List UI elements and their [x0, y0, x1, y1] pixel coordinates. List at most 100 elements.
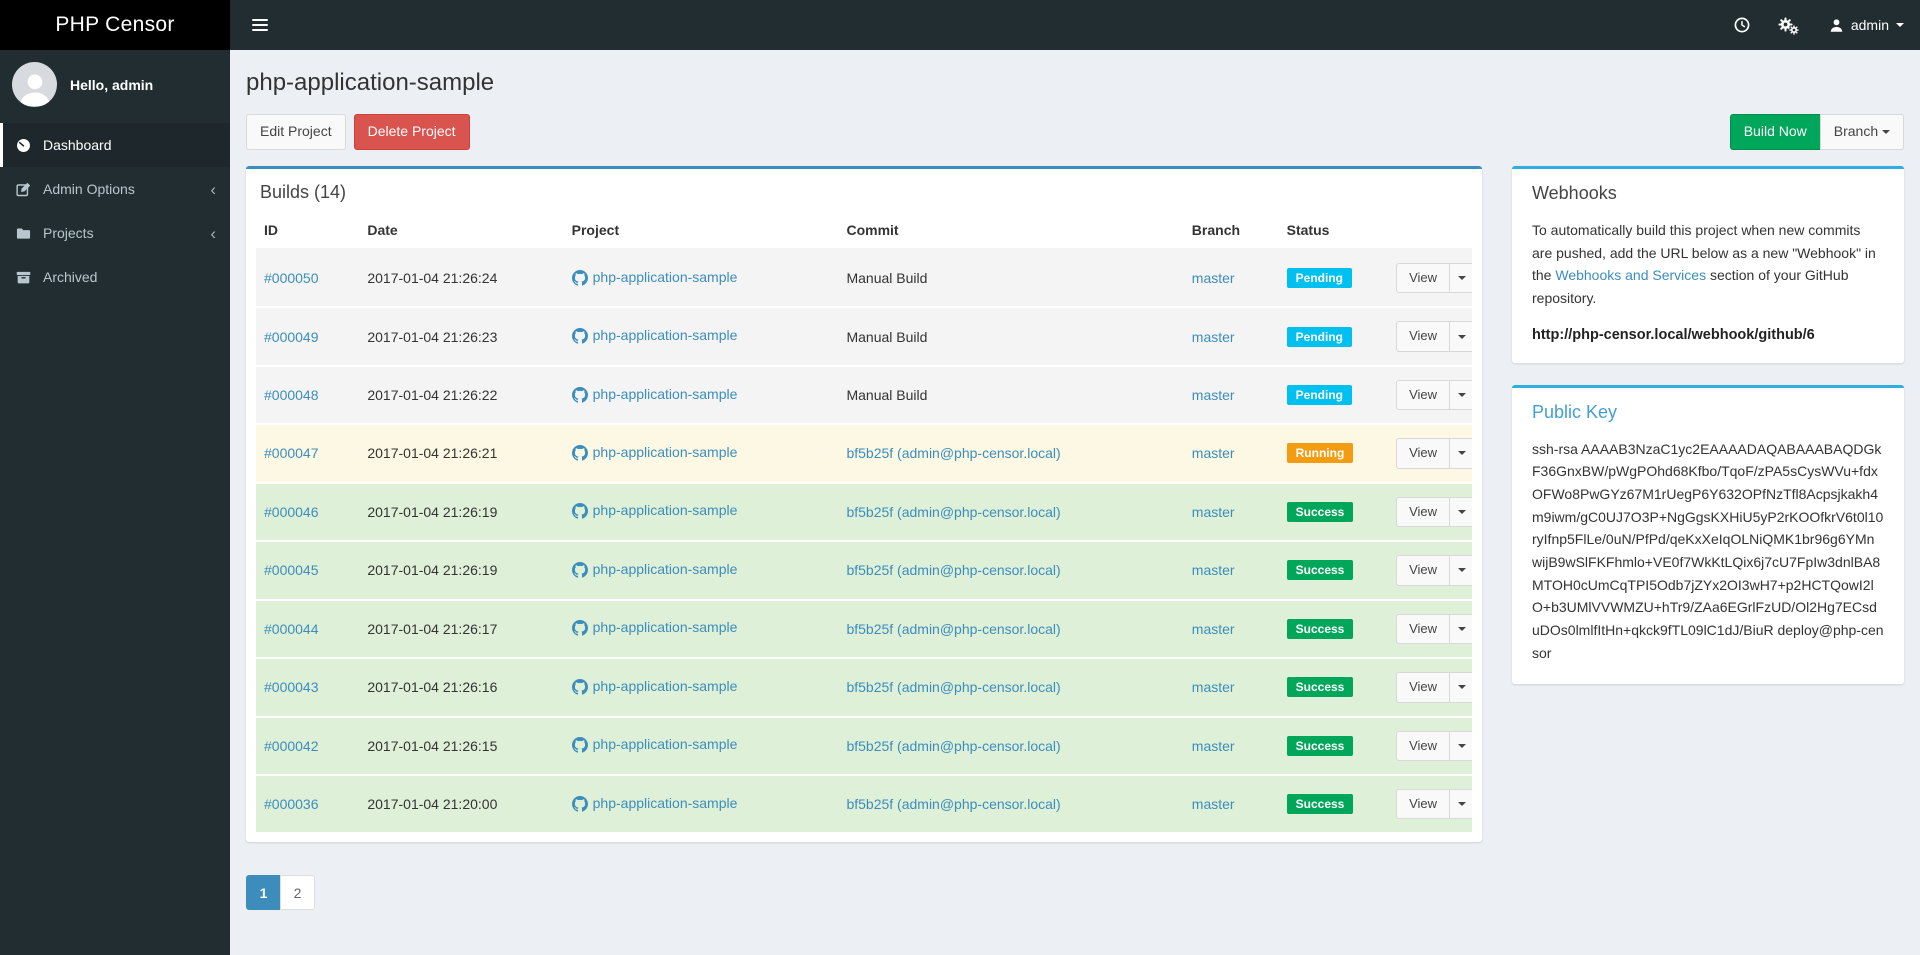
pagination-page-1[interactable]: 1: [246, 875, 281, 911]
sidebar-item-projects[interactable]: Projects ‹: [0, 211, 230, 255]
project-link[interactable]: php-application-sample: [571, 678, 737, 695]
view-button[interactable]: View: [1396, 496, 1451, 528]
build-id-link[interactable]: #000050: [264, 270, 319, 286]
table-row: #000036 2017-01-04 21:20:00 php-applicat…: [256, 773, 1472, 833]
view-button[interactable]: View: [1396, 788, 1451, 820]
view-button[interactable]: View: [1396, 379, 1451, 411]
view-button[interactable]: View: [1396, 438, 1451, 469]
folder-icon: [15, 226, 32, 241]
project-link[interactable]: php-application-sample: [571, 327, 737, 344]
commit-link[interactable]: bf5b25f (admin@php-censor.local): [846, 679, 1060, 695]
build-id-link[interactable]: #000043: [264, 679, 319, 695]
build-now-button[interactable]: Build Now: [1729, 114, 1821, 150]
table-row: #000045 2017-01-04 21:26:19 php-applicat…: [256, 540, 1472, 600]
build-date: 2017-01-04 21:26:16: [359, 657, 564, 717]
build-date: 2017-01-04 21:26:22: [359, 364, 564, 425]
sidebar-item-dashboard[interactable]: Dashboard: [0, 123, 230, 167]
table-row: #000050 2017-01-04 21:26:24 php-applicat…: [256, 248, 1472, 308]
sidebar-item-archived[interactable]: Archived: [0, 255, 230, 299]
table-row: #000043 2017-01-04 21:26:16 php-applicat…: [256, 657, 1472, 717]
caret-down-icon: [1458, 393, 1467, 397]
view-dropdown-toggle[interactable]: [1449, 788, 1472, 820]
build-id-link[interactable]: #000036: [264, 796, 319, 812]
user-menu[interactable]: admin: [1813, 0, 1920, 50]
view-button[interactable]: View: [1396, 613, 1451, 645]
project-link[interactable]: php-application-sample: [571, 561, 737, 578]
project-link[interactable]: php-application-sample: [571, 444, 737, 461]
pagination-page-2[interactable]: 2: [280, 875, 315, 911]
sidebar-item-admin-options[interactable]: Admin Options ‹: [0, 167, 230, 211]
view-dropdown-toggle[interactable]: [1449, 613, 1472, 645]
build-date: 2017-01-04 21:26:19: [359, 540, 564, 600]
branch-link[interactable]: master: [1192, 679, 1235, 695]
commit-link[interactable]: bf5b25f (admin@php-censor.local): [846, 562, 1060, 578]
commit-link[interactable]: bf5b25f (admin@php-censor.local): [846, 621, 1060, 637]
settings-button[interactable]: [1764, 0, 1813, 50]
sidebar-toggle-button[interactable]: [246, 13, 274, 37]
project-link[interactable]: php-application-sample: [571, 619, 737, 636]
build-id-link[interactable]: #000049: [264, 329, 319, 345]
build-id-link[interactable]: #000047: [264, 445, 319, 461]
build-id-link[interactable]: #000042: [264, 738, 319, 754]
commit-link[interactable]: bf5b25f (admin@php-censor.local): [846, 445, 1060, 461]
view-dropdown-toggle[interactable]: [1449, 730, 1472, 761]
branch-link[interactable]: master: [1192, 562, 1235, 578]
php-censor-app: PHP Censor admin Hello, admin Dashboard …: [0, 0, 1920, 955]
commit-link[interactable]: bf5b25f (admin@php-censor.local): [846, 504, 1060, 520]
view-dropdown-toggle[interactable]: [1449, 262, 1472, 294]
webhooks-and-services-link[interactable]: Webhooks and Services: [1555, 267, 1706, 283]
build-id-link[interactable]: #000045: [264, 562, 319, 578]
project-link[interactable]: php-application-sample: [571, 386, 737, 403]
app-logo[interactable]: PHP Censor: [0, 0, 230, 50]
view-dropdown-toggle[interactable]: [1449, 438, 1472, 469]
project-link[interactable]: php-application-sample: [571, 269, 737, 286]
branch-link[interactable]: master: [1192, 621, 1235, 637]
github-icon: [571, 795, 588, 812]
edit-project-button[interactable]: Edit Project: [246, 114, 346, 150]
cogs-icon: [1778, 16, 1799, 35]
build-id-link[interactable]: #000048: [264, 387, 319, 403]
build-date: 2017-01-04 21:26:19: [359, 481, 564, 542]
commit-text: Manual Build: [846, 328, 928, 345]
branch-dropdown-button[interactable]: Branch: [1819, 114, 1904, 150]
build-id-link[interactable]: #000046: [264, 504, 319, 520]
caret-down-icon: [1458, 626, 1467, 631]
branch-link[interactable]: master: [1192, 270, 1235, 286]
build-id-link[interactable]: #000044: [264, 621, 319, 637]
view-dropdown-toggle[interactable]: [1449, 496, 1472, 528]
commit-link[interactable]: bf5b25f (admin@php-censor.local): [846, 796, 1060, 812]
project-link[interactable]: php-application-sample: [571, 795, 737, 812]
github-icon: [571, 561, 588, 578]
webhooks-description: To automatically build this project when…: [1532, 221, 1876, 306]
project-link[interactable]: php-application-sample: [571, 502, 737, 520]
branch-link[interactable]: master: [1192, 796, 1235, 812]
delete-project-button[interactable]: Delete Project: [353, 114, 470, 150]
branch-link[interactable]: master: [1192, 504, 1235, 520]
view-button[interactable]: View: [1396, 321, 1451, 352]
view-dropdown-toggle[interactable]: [1449, 379, 1472, 411]
view-button[interactable]: View: [1396, 555, 1451, 586]
branch-link[interactable]: master: [1192, 445, 1235, 461]
table-row: #000047 2017-01-04 21:26:21 php-applicat…: [256, 423, 1472, 483]
view-button[interactable]: View: [1396, 262, 1451, 294]
caret-down-icon: [1458, 685, 1467, 690]
view-dropdown-toggle[interactable]: [1449, 555, 1472, 586]
view-dropdown-toggle[interactable]: [1449, 321, 1472, 352]
view-button[interactable]: View: [1396, 672, 1451, 703]
view-dropdown-toggle[interactable]: [1449, 672, 1472, 703]
view-button[interactable]: View: [1396, 730, 1451, 761]
column-header-status: Status: [1278, 211, 1389, 250]
build-date: 2017-01-04 21:26:15: [359, 715, 564, 775]
builds-panel: Builds (14) ID Date Project Commit Branc…: [246, 165, 1482, 843]
branch-link[interactable]: master: [1192, 387, 1235, 403]
build-date: 2017-01-04 21:26:24: [367, 270, 498, 287]
branch-link[interactable]: master: [1192, 329, 1235, 345]
project-link[interactable]: php-application-sample: [571, 736, 737, 753]
build-timeline-button[interactable]: [1720, 0, 1764, 50]
branch-link[interactable]: master: [1192, 738, 1235, 754]
user-menu-label: admin: [1850, 17, 1889, 33]
status-badge: Pending: [1286, 326, 1352, 347]
webhook-url: http://php-censor.local/webhook/github/6: [1532, 326, 1815, 343]
commit-link[interactable]: bf5b25f (admin@php-censor.local): [846, 738, 1060, 754]
sidebar-menu: Dashboard Admin Options ‹ Projects ‹ Arc…: [0, 123, 230, 299]
